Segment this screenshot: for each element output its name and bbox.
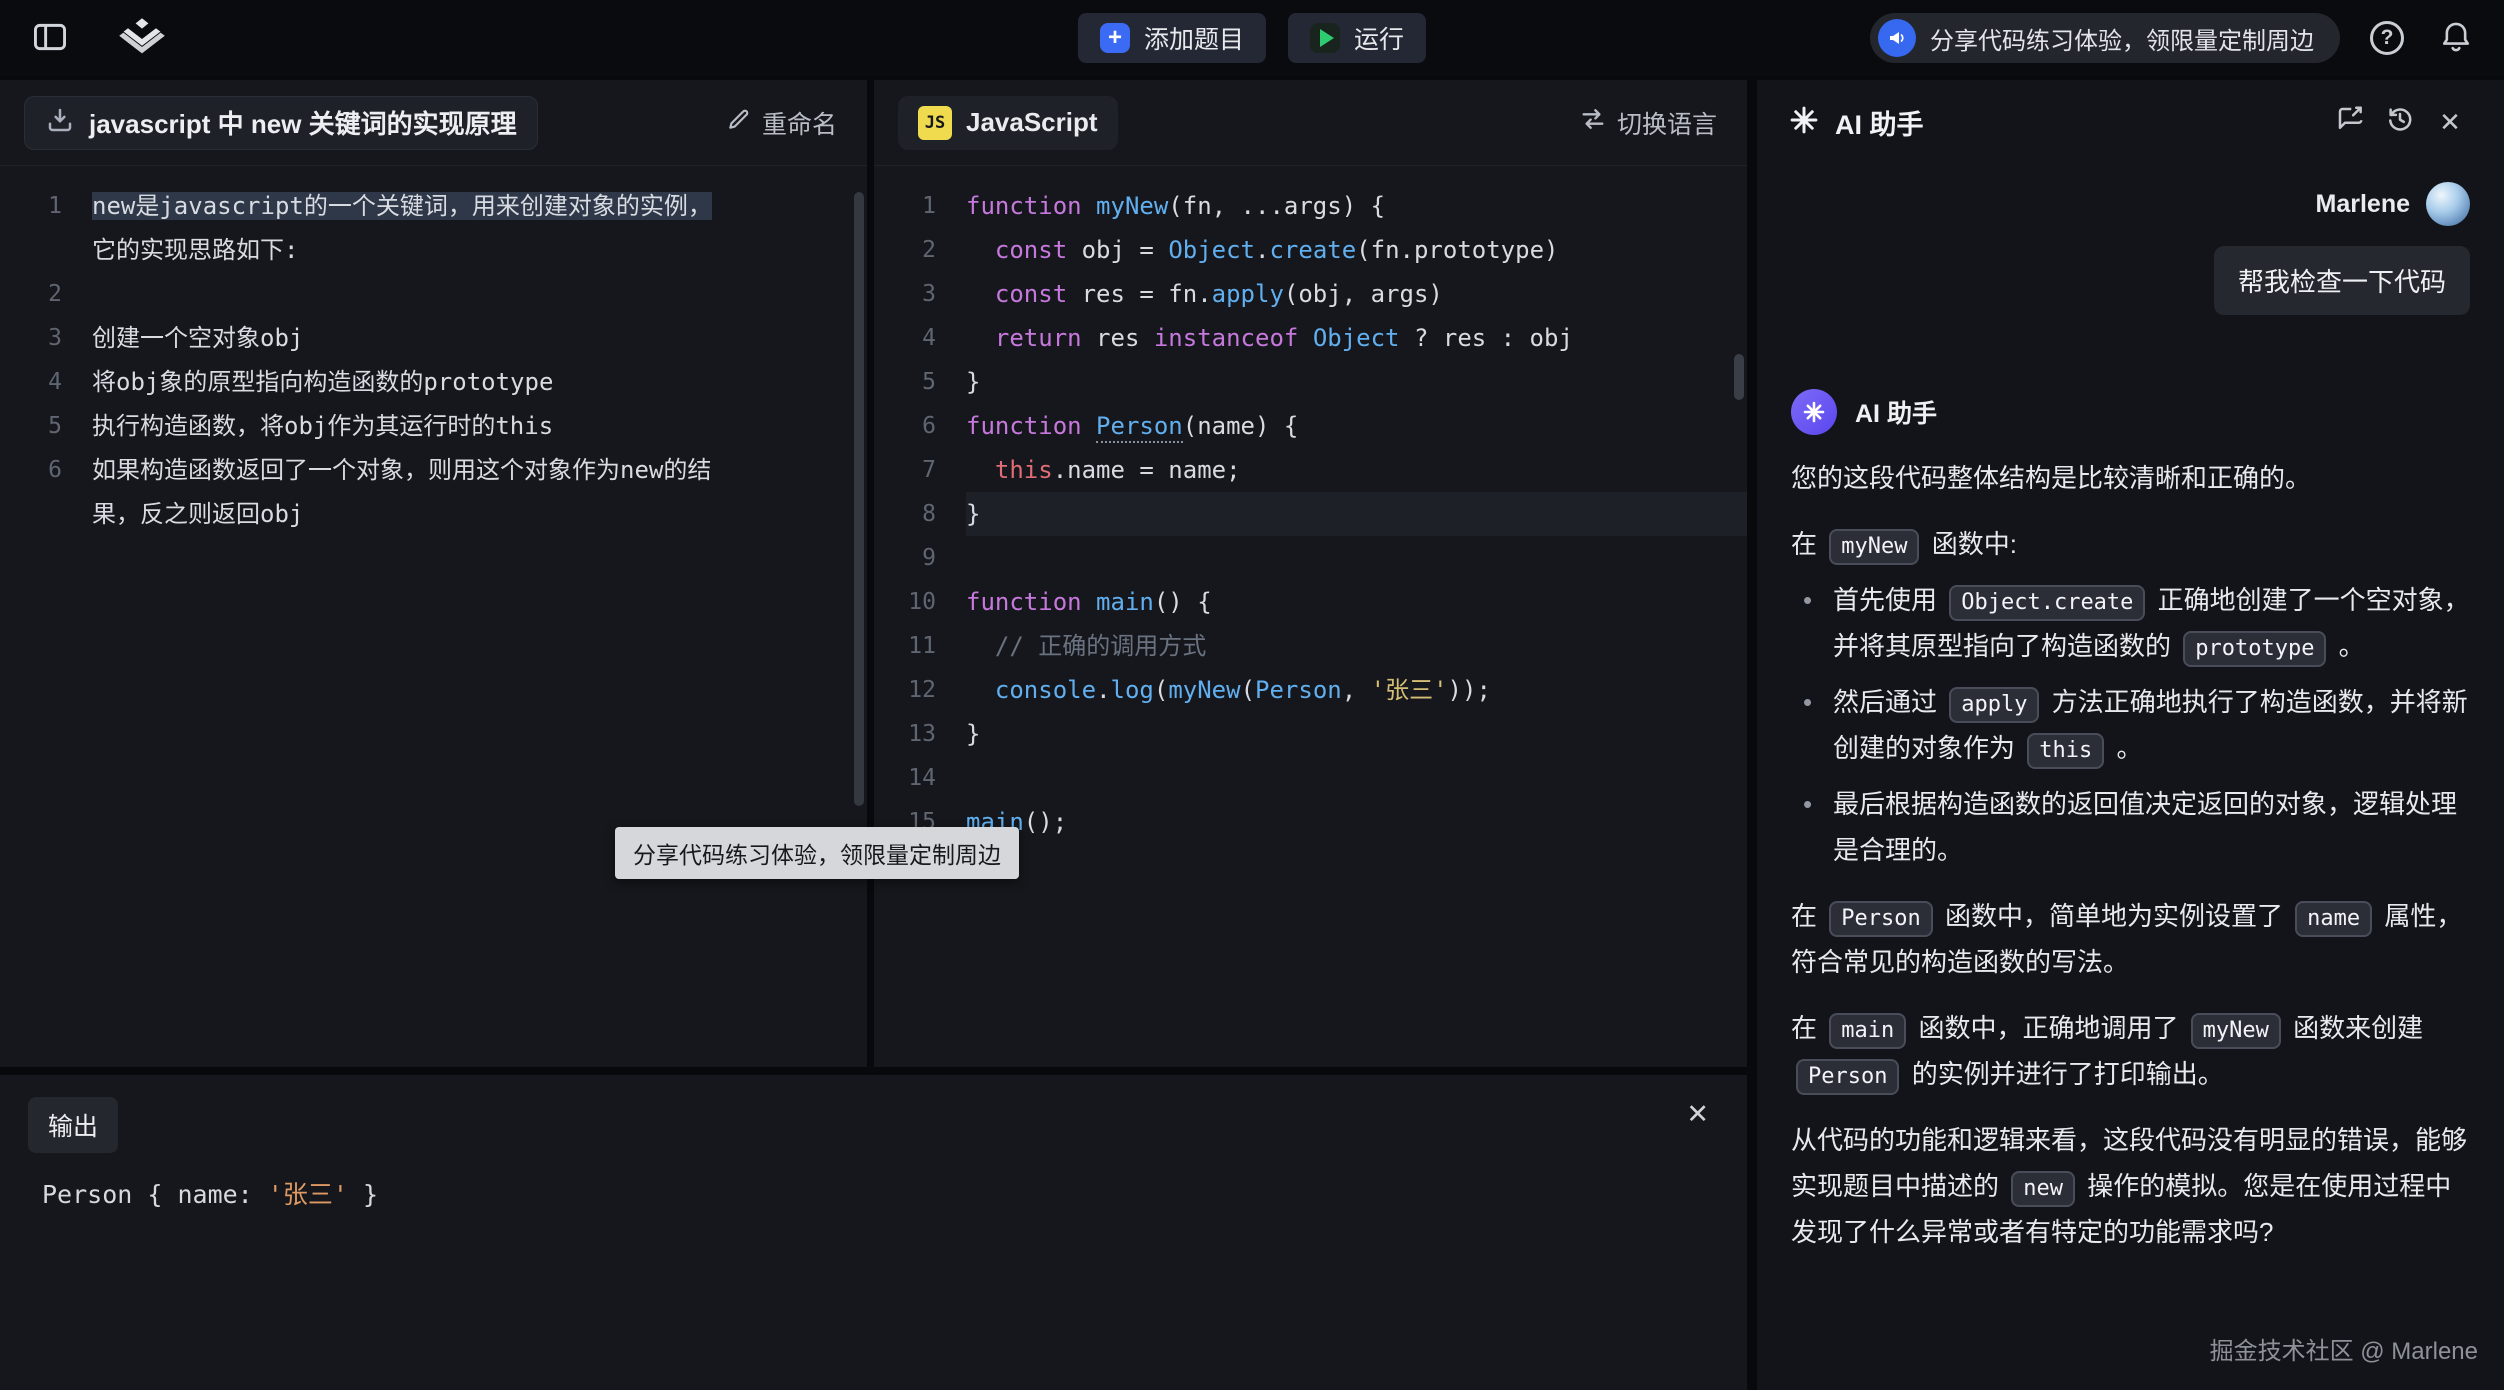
ai-paragraph: 从代码的功能和逻辑来看，这段代码没有明显的错误，能够实现题目中描述的 new 操… — [1791, 1117, 2470, 1255]
problem-scrollbar[interactable] — [854, 192, 864, 806]
code-line[interactable]: 4 return res instanceof Object ? res : o… — [874, 316, 1747, 360]
ai-response: 您的这段代码整体结构是比较清晰和正确的。在 myNew 函数中: •首先使用 Ob… — [1791, 455, 2470, 1255]
problem-panel-header: javascript 中 new 关键词的实现原理 重命名 — [0, 80, 867, 166]
notifications-button[interactable] — [2434, 14, 2478, 63]
user-message: 帮我检查一下代码 — [2214, 246, 2470, 315]
ai-assistant-name: AI 助手 — [1855, 394, 1937, 430]
code-line[interactable]: 14 — [874, 756, 1747, 800]
problem-line[interactable]: 果，反之则返回obj — [0, 492, 867, 536]
add-question-label: 添加题目 — [1144, 20, 1244, 56]
ai-bullet-item: •首先使用 Object.create 正确地创建了一个空对象，并将其原型指向了… — [1791, 577, 2470, 669]
chat-share-icon — [2335, 104, 2365, 141]
code-line[interactable]: 6function Person(name) { — [874, 404, 1747, 448]
language-tab[interactable]: JS JavaScript — [898, 96, 1118, 150]
help-icon: ? — [2370, 21, 2404, 55]
ai-paragraph: 在 main 函数中，正确地调用了 myNew 函数来创建 Person 的实例… — [1791, 1005, 2470, 1097]
ai-paragraph: 在 Person 函数中，简单地为实例设置了 name 属性，符合常见的构造函数… — [1791, 893, 2470, 985]
problem-line[interactable]: 3创建一个空对象obj — [0, 316, 867, 360]
close-icon: ✕ — [1686, 1099, 1709, 1129]
output-close-button[interactable]: ✕ — [1682, 1097, 1713, 1132]
close-icon: ✕ — [2439, 107, 2461, 138]
code-line[interactable]: 1function myNew(fn, ...args) { — [874, 184, 1747, 228]
megaphone-icon — [1878, 19, 1916, 57]
problem-editor[interactable]: 1new是javascript的一个关键词，用来创建对象的实例，它的实现思路如下… — [0, 166, 867, 1067]
new-chat-button[interactable] — [2328, 100, 2372, 144]
code-line[interactable]: 12 console.log(myNew(Person, '张三')); — [874, 668, 1747, 712]
help-button[interactable]: ? — [2364, 15, 2410, 61]
history-clock-icon — [2385, 104, 2415, 141]
code-playground-app: + 添加题目 运行 分享代码练习体验，领限量定制周边 ? — [0, 0, 2504, 1390]
download-icon — [45, 105, 75, 140]
history-button[interactable] — [2378, 100, 2422, 144]
problem-line[interactable]: 6如果构造函数返回了一个对象，则用这个对象作为new的结 — [0, 448, 867, 492]
javascript-icon: JS — [918, 106, 952, 140]
swap-icon — [1579, 107, 1607, 138]
user-avatar[interactable] — [2426, 182, 2470, 226]
ai-conversation[interactable]: Marlene 帮我检查一下代码 AI 助手 您的这段代码整体结构是比较清晰和正… — [1757, 164, 2504, 1390]
ai-panel-title: AI 助手 — [1835, 103, 1924, 142]
code-line[interactable]: 13} — [874, 712, 1747, 756]
code-editor[interactable]: 1function myNew(fn, ...args) {2 const ob… — [874, 166, 1747, 1067]
switch-language-label: 切换语言 — [1617, 105, 1717, 141]
app-logo[interactable] — [108, 9, 176, 68]
plus-icon: + — [1100, 23, 1130, 53]
problem-title-box[interactable]: javascript 中 new 关键词的实现原理 — [24, 96, 538, 150]
code-line[interactable]: 3 const res = fn.apply(obj, args) — [874, 272, 1747, 316]
promo-text: 分享代码练习体验，领限量定制周边 — [1930, 21, 2314, 56]
output-panel: 输出 ✕ Person { name: '张三' } — [0, 1075, 1747, 1390]
output-content: Person { name: '张三' } — [0, 1175, 1747, 1211]
code-scrollbar[interactable] — [1734, 354, 1744, 400]
share-promo-banner[interactable]: 分享代码练习体验，领限量定制周边 — [1870, 13, 2340, 63]
ai-avatar — [1791, 389, 1837, 435]
ai-paragraph: 在 myNew 函数中: — [1791, 521, 2470, 567]
code-line[interactable]: 2 const obj = Object.create(fn.prototype… — [874, 228, 1747, 272]
problem-line[interactable]: 4将obj象的原型指向构造函数的prototype — [0, 360, 867, 404]
ai-spark-icon — [1789, 105, 1819, 140]
share-tooltip: 分享代码练习体验，领限量定制周边 — [615, 827, 1019, 879]
code-line[interactable]: 7 this.name = name; — [874, 448, 1747, 492]
output-label: 输出 — [28, 1097, 118, 1153]
problem-line[interactable]: 5执行构造函数，将obj作为其运行时的this — [0, 404, 867, 448]
code-panel: JS JavaScript 切换语言 1function myNew(fn, .… — [874, 80, 1747, 1067]
sidebar-toggle-button[interactable] — [26, 15, 74, 62]
language-label: JavaScript — [966, 107, 1098, 138]
bell-icon — [2440, 20, 2472, 57]
code-panel-header: JS JavaScript 切换语言 — [874, 80, 1747, 166]
problem-line[interactable]: 2 — [0, 272, 867, 316]
rename-label: 重命名 — [762, 105, 837, 141]
code-line[interactable]: 10function main() { — [874, 580, 1747, 624]
ai-paragraph: 您的这段代码整体结构是比较清晰和正确的。 — [1791, 455, 2470, 501]
play-icon — [1310, 23, 1340, 53]
switch-language-button[interactable]: 切换语言 — [1573, 104, 1723, 142]
workspace: javascript 中 new 关键词的实现原理 重命名 1new是javas… — [0, 80, 1747, 1390]
code-line[interactable]: 11 // 正确的调用方式 — [874, 624, 1747, 668]
run-label: 运行 — [1354, 20, 1404, 56]
content-area: javascript 中 new 关键词的实现原理 重命名 1new是javas… — [0, 76, 2504, 1390]
add-question-button[interactable]: + 添加题目 — [1078, 13, 1266, 63]
run-button[interactable]: 运行 — [1288, 13, 1426, 63]
code-line[interactable]: 9 — [874, 536, 1747, 580]
ai-close-button[interactable]: ✕ — [2428, 100, 2472, 144]
code-line[interactable]: 8} — [874, 492, 1747, 536]
problem-line[interactable]: 它的实现思路如下: — [0, 228, 867, 272]
ai-bullet-item: •最后根据构造函数的返回值决定返回的对象，逻辑处理是合理的。 — [1791, 781, 2470, 873]
problem-panel: javascript 中 new 关键词的实现原理 重命名 1new是javas… — [0, 80, 867, 1067]
ai-assistant-panel: AI 助手 ✕ — [1757, 80, 2504, 1390]
ai-panel-header: AI 助手 ✕ — [1757, 80, 2504, 164]
user-name: Marlene — [2316, 190, 2410, 219]
ai-bullet-item: •然后通过 apply 方法正确地执行了构造函数，并将新创建的对象作为 this… — [1791, 679, 2470, 771]
mountain-logo-icon — [114, 15, 170, 62]
code-line[interactable]: 5} — [874, 360, 1747, 404]
rename-button[interactable]: 重命名 — [720, 104, 843, 142]
problem-line[interactable]: 1new是javascript的一个关键词，用来创建对象的实例， — [0, 184, 867, 228]
pencil-icon — [726, 106, 752, 139]
panel-toggle-icon — [32, 21, 68, 56]
watermark: 掘金技术社区 @ Marlene — [2210, 1331, 2478, 1366]
problem-title: javascript 中 new 关键词的实现原理 — [89, 104, 517, 141]
topbar: + 添加题目 运行 分享代码练习体验，领限量定制周边 ? — [0, 0, 2504, 76]
